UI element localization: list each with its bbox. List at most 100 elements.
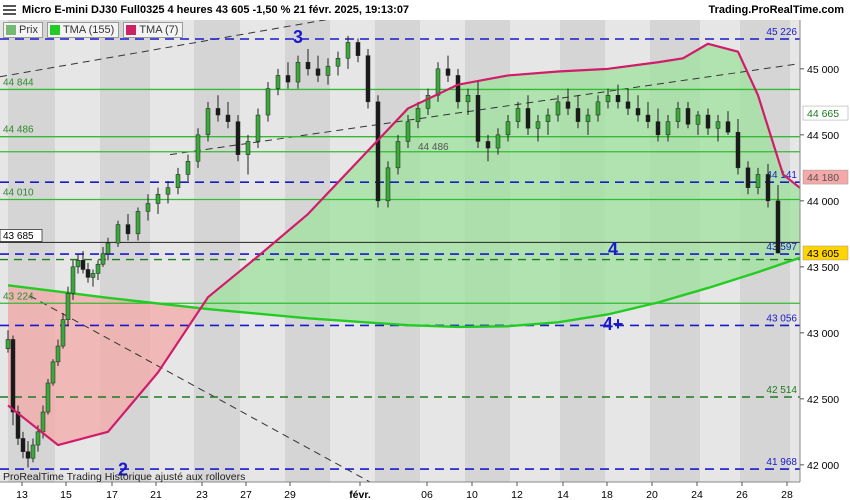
x-tick-label-13: 20: [646, 489, 658, 500]
candle-body-59: [495, 134, 501, 149]
candle-body-66: [565, 101, 571, 109]
y-tick-label-0: 45 000: [807, 64, 839, 76]
candle-body-5: [30, 444, 36, 459]
candle-body-18: [95, 263, 101, 274]
candle-body-8: [45, 382, 51, 413]
level-label-6: 43 224: [3, 291, 34, 302]
candle-body-11: [60, 319, 66, 347]
candle-body-44: [345, 42, 351, 59]
x-tick-label-15: 26: [736, 489, 748, 500]
legend-label-price: Prix: [19, 24, 38, 36]
candle-body-51: [415, 108, 421, 122]
candle-body-73: [635, 108, 641, 116]
candle-body-12: [65, 292, 71, 320]
candle-body-75: [655, 121, 661, 136]
legend-item-price[interactable]: Prix: [3, 22, 43, 38]
legend-item-tma155[interactable]: TMA (155): [46, 22, 120, 38]
candle-body-31: [215, 108, 221, 116]
candle-body-45: [355, 42, 361, 56]
candle-body-85: [755, 174, 761, 188]
candle-body-6: [35, 431, 41, 446]
candle-body-23: [135, 211, 141, 235]
price-chart[interactable]: 45 22644 84444 48644 14144 01043 59743 2…: [0, 20, 850, 500]
candle-body-38: [285, 75, 291, 83]
menu-icon[interactable]: [3, 4, 17, 16]
x-tick-label-12: 18: [601, 489, 613, 500]
x-tick-label-11: 14: [557, 489, 569, 500]
candle-body-58: [485, 141, 491, 149]
candle-body-32: [225, 114, 231, 122]
candle-body-87: [775, 200, 781, 254]
candle-body-86: [765, 174, 771, 202]
candle-body-17: [90, 273, 96, 278]
x-tick-label-3: 21: [150, 489, 162, 500]
x-tick-label-10: 12: [511, 489, 523, 500]
candle-body-36: [265, 88, 271, 116]
candle-body-80: [705, 114, 711, 129]
wave-label-0: 3: [293, 27, 303, 47]
candle-body-9: [50, 361, 56, 384]
candle-body-61: [515, 108, 521, 122]
annotation-0: 44 486: [418, 142, 449, 153]
candle-body-0: [5, 339, 11, 349]
candle-body-26: [165, 187, 171, 195]
candle-body-82: [725, 121, 731, 133]
candle-body-84: [745, 167, 751, 188]
candle-body-47: [375, 101, 381, 202]
candle-body-25: [155, 193, 161, 204]
candle-body-81: [715, 121, 721, 129]
candle-body-71: [615, 94, 621, 103]
candle-body-57: [475, 94, 481, 142]
candle-body-2: [15, 411, 21, 439]
candle-body-16: [85, 269, 91, 278]
legend-swatch-tma155: [49, 25, 60, 35]
candle-body-27: [175, 174, 181, 188]
legend-label-tma155: TMA (155): [62, 24, 115, 36]
candle-body-40: [305, 61, 311, 70]
y-tick-label-6: 42 000: [807, 460, 839, 472]
candle-body-46: [365, 55, 371, 103]
level-label-9: 41 968: [766, 457, 797, 468]
x-tick-label-1: 15: [60, 489, 72, 500]
y-tick-label-5: 42 500: [807, 394, 839, 406]
candle-body-67: [575, 108, 581, 122]
candle-body-22: [125, 224, 131, 235]
candle-body-1: [10, 339, 16, 413]
candle-body-24: [145, 203, 151, 212]
candle-body-53: [435, 68, 441, 96]
candle-body-62: [525, 108, 531, 129]
candle-body-78: [685, 108, 691, 125]
wave-label-2: 4: [608, 239, 618, 259]
price-tag-label-1: 44 180: [807, 172, 839, 184]
candle-body-30: [205, 108, 211, 136]
candle-body-77: [675, 108, 681, 122]
candle-body-72: [625, 101, 631, 109]
wave-label-3: 4+: [603, 314, 624, 334]
candle-body-63: [535, 121, 541, 129]
chart-header: Micro E-mini DJ30 Full0325 4 heures 43 6…: [0, 0, 850, 20]
legend-label-tma7: TMA (7): [139, 24, 179, 36]
candle-body-29: [195, 134, 201, 162]
price-tag-label-2: 43 605: [807, 248, 839, 260]
candle-body-43: [335, 58, 341, 67]
candle-body-50: [405, 121, 411, 142]
candle-body-70: [605, 94, 611, 103]
x-tick-label-9: 10: [466, 489, 478, 500]
legend-item-tma7[interactable]: TMA (7): [123, 22, 184, 38]
y-tick-label-1: 44 500: [807, 130, 839, 142]
candle-body-60: [505, 121, 511, 136]
candle-body-64: [545, 114, 551, 122]
candle-body-74: [645, 114, 651, 122]
candle-body-19: [100, 253, 106, 265]
candle-body-83: [735, 131, 741, 169]
candle-body-79: [695, 114, 701, 125]
candle-body-20: [105, 242, 111, 254]
level-label-5: 43 597: [766, 242, 797, 253]
level-label-0: 45 226: [766, 27, 797, 38]
candle-body-76: [665, 121, 671, 136]
candle-body-33: [235, 121, 241, 155]
candle-body-37: [275, 75, 281, 89]
level-label-10: 43 685: [3, 231, 34, 242]
candle-body-65: [555, 101, 561, 116]
candle-body-54: [445, 68, 451, 76]
